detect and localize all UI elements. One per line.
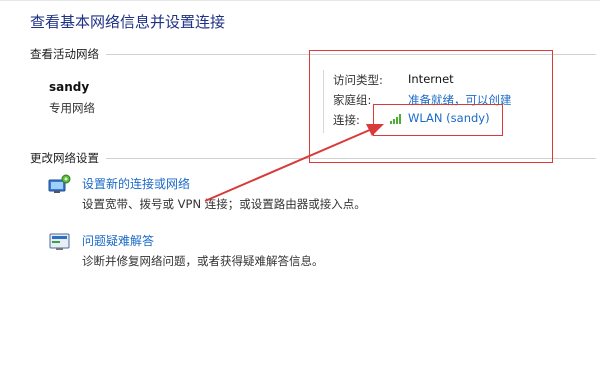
troubleshoot-link[interactable]: 问题疑难解答: [82, 232, 154, 249]
change-settings-header: 更改网络设置: [30, 150, 99, 166]
network-name: sandy: [49, 80, 90, 94]
annotation-wlan-box: [373, 104, 503, 136]
page-title: 查看基本网络信息并设置连接: [30, 13, 226, 31]
setup-connection-desc: 设置宽带、拨号或 VPN 连接；或设置路由器或接入点。: [82, 197, 366, 211]
active-networks-header: 查看活动网络: [30, 46, 99, 62]
setup-connection-link[interactable]: 设置新的连接或网络: [82, 175, 190, 192]
troubleshoot-desc: 诊断并修复网络问题，或者获得疑难解答信息。: [82, 254, 324, 268]
network-setup-icon: [48, 174, 71, 193]
active-networks-title: 查看活动网络: [30, 47, 99, 61]
troubleshoot-icon: [49, 233, 70, 250]
top-border: [0, 0, 600, 1]
network-type: 专用网络: [49, 101, 95, 115]
change-settings-title: 更改网络设置: [30, 151, 99, 165]
